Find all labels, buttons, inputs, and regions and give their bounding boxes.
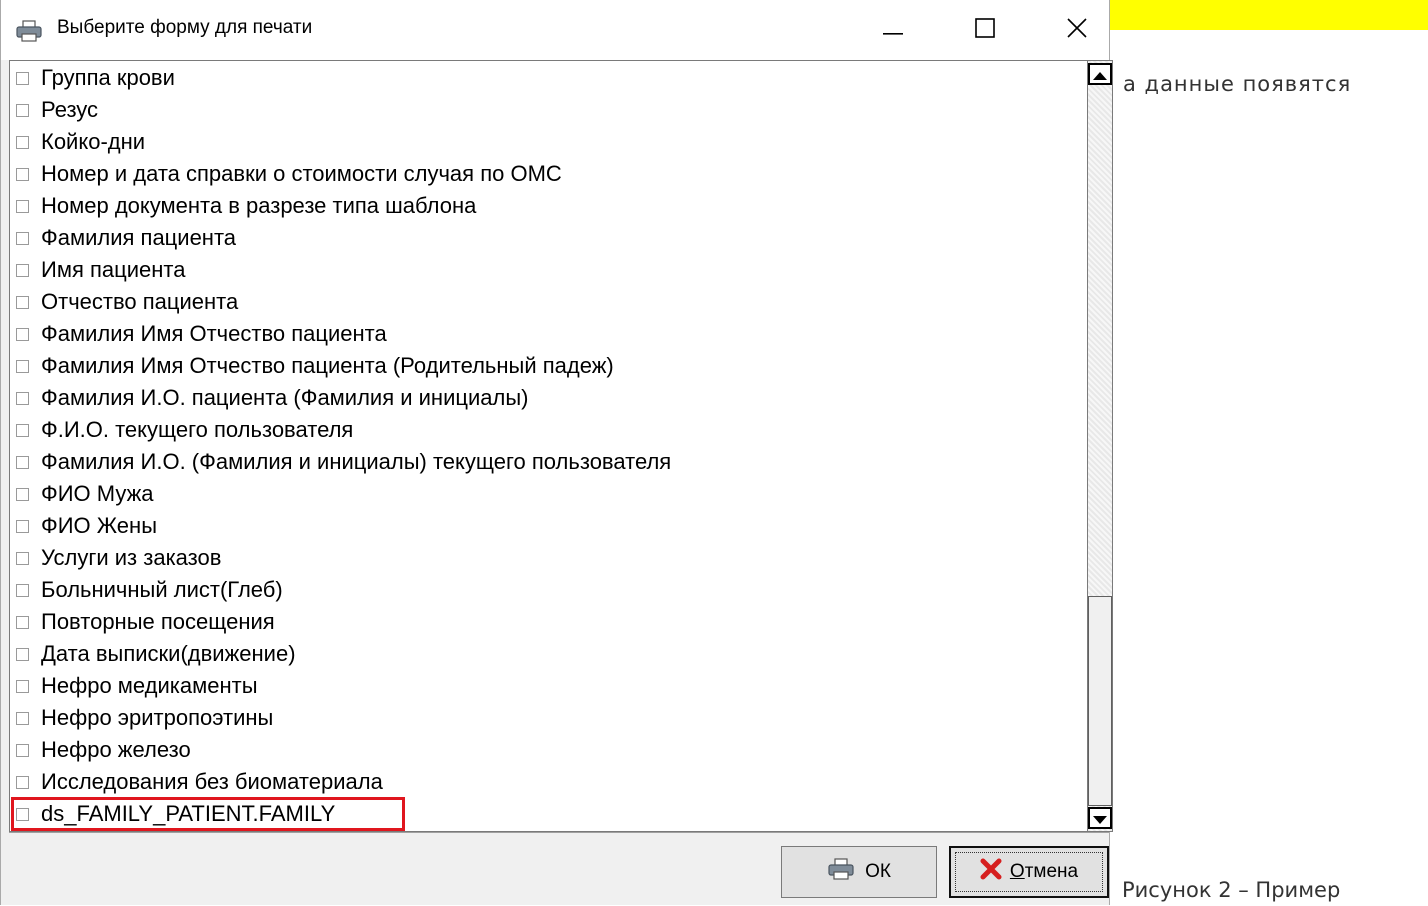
checkbox[interactable] [16, 711, 29, 725]
checkbox[interactable] [16, 135, 29, 149]
scroll-down-button[interactable] [1088, 807, 1112, 829]
list-item[interactable]: Отчество пациента [10, 286, 238, 318]
cancel-button[interactable]: Отмена [949, 846, 1109, 898]
list-item-label: Группа крови [41, 65, 175, 90]
list-item[interactable]: Фамилия И.О. (Фамилия и инициалы) текуще… [10, 446, 671, 478]
list-item-label: ФИО Мужа [41, 481, 154, 506]
checkbox[interactable] [16, 679, 29, 693]
checkbox[interactable] [16, 295, 29, 309]
list-item[interactable]: Группа крови [10, 62, 175, 94]
list-item[interactable]: Номер документа в разрезе типа шаблона [10, 190, 476, 222]
checkbox[interactable] [16, 231, 29, 245]
scrollbar-thumb[interactable] [1088, 596, 1112, 806]
list-item-label: Номер и дата справки о стоимости случая … [41, 161, 562, 186]
list-item[interactable]: Ф.И.О. текущего пользователя [10, 414, 353, 446]
arrow-down-icon [1093, 809, 1107, 828]
close-icon [1067, 18, 1087, 42]
list-item[interactable]: Дата выписки(движение) [10, 638, 296, 670]
list-item-label: Дата выписки(движение) [41, 641, 296, 666]
list-item-label: Фамилия Имя Отчество пациента (Родительн… [41, 353, 614, 378]
checkbox[interactable] [16, 71, 29, 85]
checkbox[interactable] [16, 423, 29, 437]
checkbox[interactable] [16, 167, 29, 181]
list-item-label: Фамилия пациента [41, 225, 237, 250]
checkbox[interactable] [16, 743, 29, 757]
list-item[interactable]: Имя пациента [10, 254, 185, 286]
list-item-label: Имя пациента [41, 257, 186, 282]
list-item-label: Нефро железо [41, 737, 191, 762]
list-item[interactable]: ФИО Жены [10, 510, 157, 542]
dialog-title: Выберите форму для печати [57, 17, 313, 38]
list-item[interactable]: Нефро медикаменты [10, 670, 258, 702]
list-item-label: Услуги из заказов [41, 545, 222, 570]
minimize-button[interactable] [847, 0, 939, 60]
list-item-label: Нефро медикаменты [41, 673, 258, 698]
list-item-label: ФИО Жены [41, 513, 158, 538]
list-item[interactable]: Нефро эритропоэтины [10, 702, 273, 734]
scroll-up-button[interactable] [1088, 63, 1112, 85]
list-item[interactable]: Нефро железо [10, 734, 191, 766]
maximize-button[interactable] [939, 0, 1031, 60]
print-form-dialog: Выберите форму для печати Группа крови Ре… [0, 0, 1113, 906]
list-item-label: Фамилия И.О. (Фамилия и инициалы) текуще… [41, 449, 672, 474]
figure-caption: Рисунок 2 – Пример [1122, 878, 1341, 902]
checkbox[interactable] [16, 103, 29, 117]
list-item-label: Резус [41, 97, 99, 122]
printer-icon [827, 858, 857, 886]
vertical-scrollbar[interactable] [1087, 60, 1113, 832]
list-item-label: Фамилия Имя Отчество пациента [41, 321, 387, 346]
list-item[interactable]: Номер и дата справки о стоимости случая … [10, 158, 562, 190]
list-item-label: Ф.И.О. текущего пользователя [41, 417, 354, 442]
checkbox[interactable] [16, 199, 29, 213]
title-bar[interactable]: Выберите форму для печати [1, 0, 1109, 60]
list-item-label: Отчество пациента [41, 289, 239, 314]
list-item-label: ds_FAMILY_PATIENT.FAMILY [41, 801, 336, 826]
list-item[interactable]: Повторные посещения [10, 606, 275, 638]
checkbox[interactable] [16, 391, 29, 405]
checkbox[interactable] [16, 519, 29, 533]
list-item-label: Койко-дни [41, 129, 146, 154]
focus-rectangle [955, 852, 1103, 892]
list-item-label: Исследования без биоматериала [41, 769, 383, 794]
checkbox[interactable] [16, 775, 29, 789]
checkbox[interactable] [16, 583, 29, 597]
list-item[interactable]: Фамилия И.О. пациента (Фамилия и инициал… [10, 382, 528, 414]
list-item[interactable]: Исследования без биоматериала [10, 766, 383, 798]
list-item[interactable]: Фамилия Имя Отчество пациента (Родительн… [10, 350, 614, 382]
checkbox[interactable] [16, 551, 29, 565]
ok-button[interactable]: ОК [781, 846, 937, 898]
list-item-label: Фамилия И.О. пациента (Фамилия и инициал… [41, 385, 529, 410]
list-item[interactable]: ФИО Мужа [10, 478, 154, 510]
list-item[interactable]: Фамилия Имя Отчество пациента [10, 318, 387, 350]
list-item[interactable]: ds_FAMILY_PATIENT.FAMILY [10, 798, 335, 830]
list-item-label: Больничный лист(Глеб) [41, 577, 283, 602]
checkbox[interactable] [16, 647, 29, 661]
button-panel: ОК Отмена [9, 832, 1109, 906]
ok-button-label: ОК [865, 861, 891, 882]
checkbox[interactable] [16, 327, 29, 341]
arrow-up-icon [1093, 65, 1107, 84]
background-text-top: а данные появятся [1123, 72, 1352, 96]
checkbox[interactable] [16, 359, 29, 373]
close-button[interactable] [1031, 0, 1123, 60]
checkbox[interactable] [16, 263, 29, 277]
checkbox[interactable] [16, 615, 29, 629]
maximize-icon [975, 18, 995, 42]
minimize-icon [883, 21, 903, 40]
list-item[interactable]: Больничный лист(Глеб) [10, 574, 283, 606]
checkbox[interactable] [16, 455, 29, 469]
list-item[interactable]: Резус [10, 94, 98, 126]
list-item[interactable]: Услуги из заказов [10, 542, 221, 574]
list-item[interactable]: Фамилия пациента [10, 222, 236, 254]
list-item-label: Нефро эритропоэтины [41, 705, 274, 730]
checkbox[interactable] [16, 807, 29, 821]
list-item[interactable]: Койко-дни [10, 126, 145, 158]
printer-icon [15, 20, 45, 42]
checkbox[interactable] [16, 487, 29, 501]
form-checklist[interactable]: Группа крови Резус Койко-дни Номер и дата с… [9, 60, 1087, 832]
list-item-label: Номер документа в разрезе типа шаблона [41, 193, 477, 218]
highlighted-heading-strip [1110, 0, 1428, 30]
list-item-label: Повторные посещения [41, 609, 275, 634]
